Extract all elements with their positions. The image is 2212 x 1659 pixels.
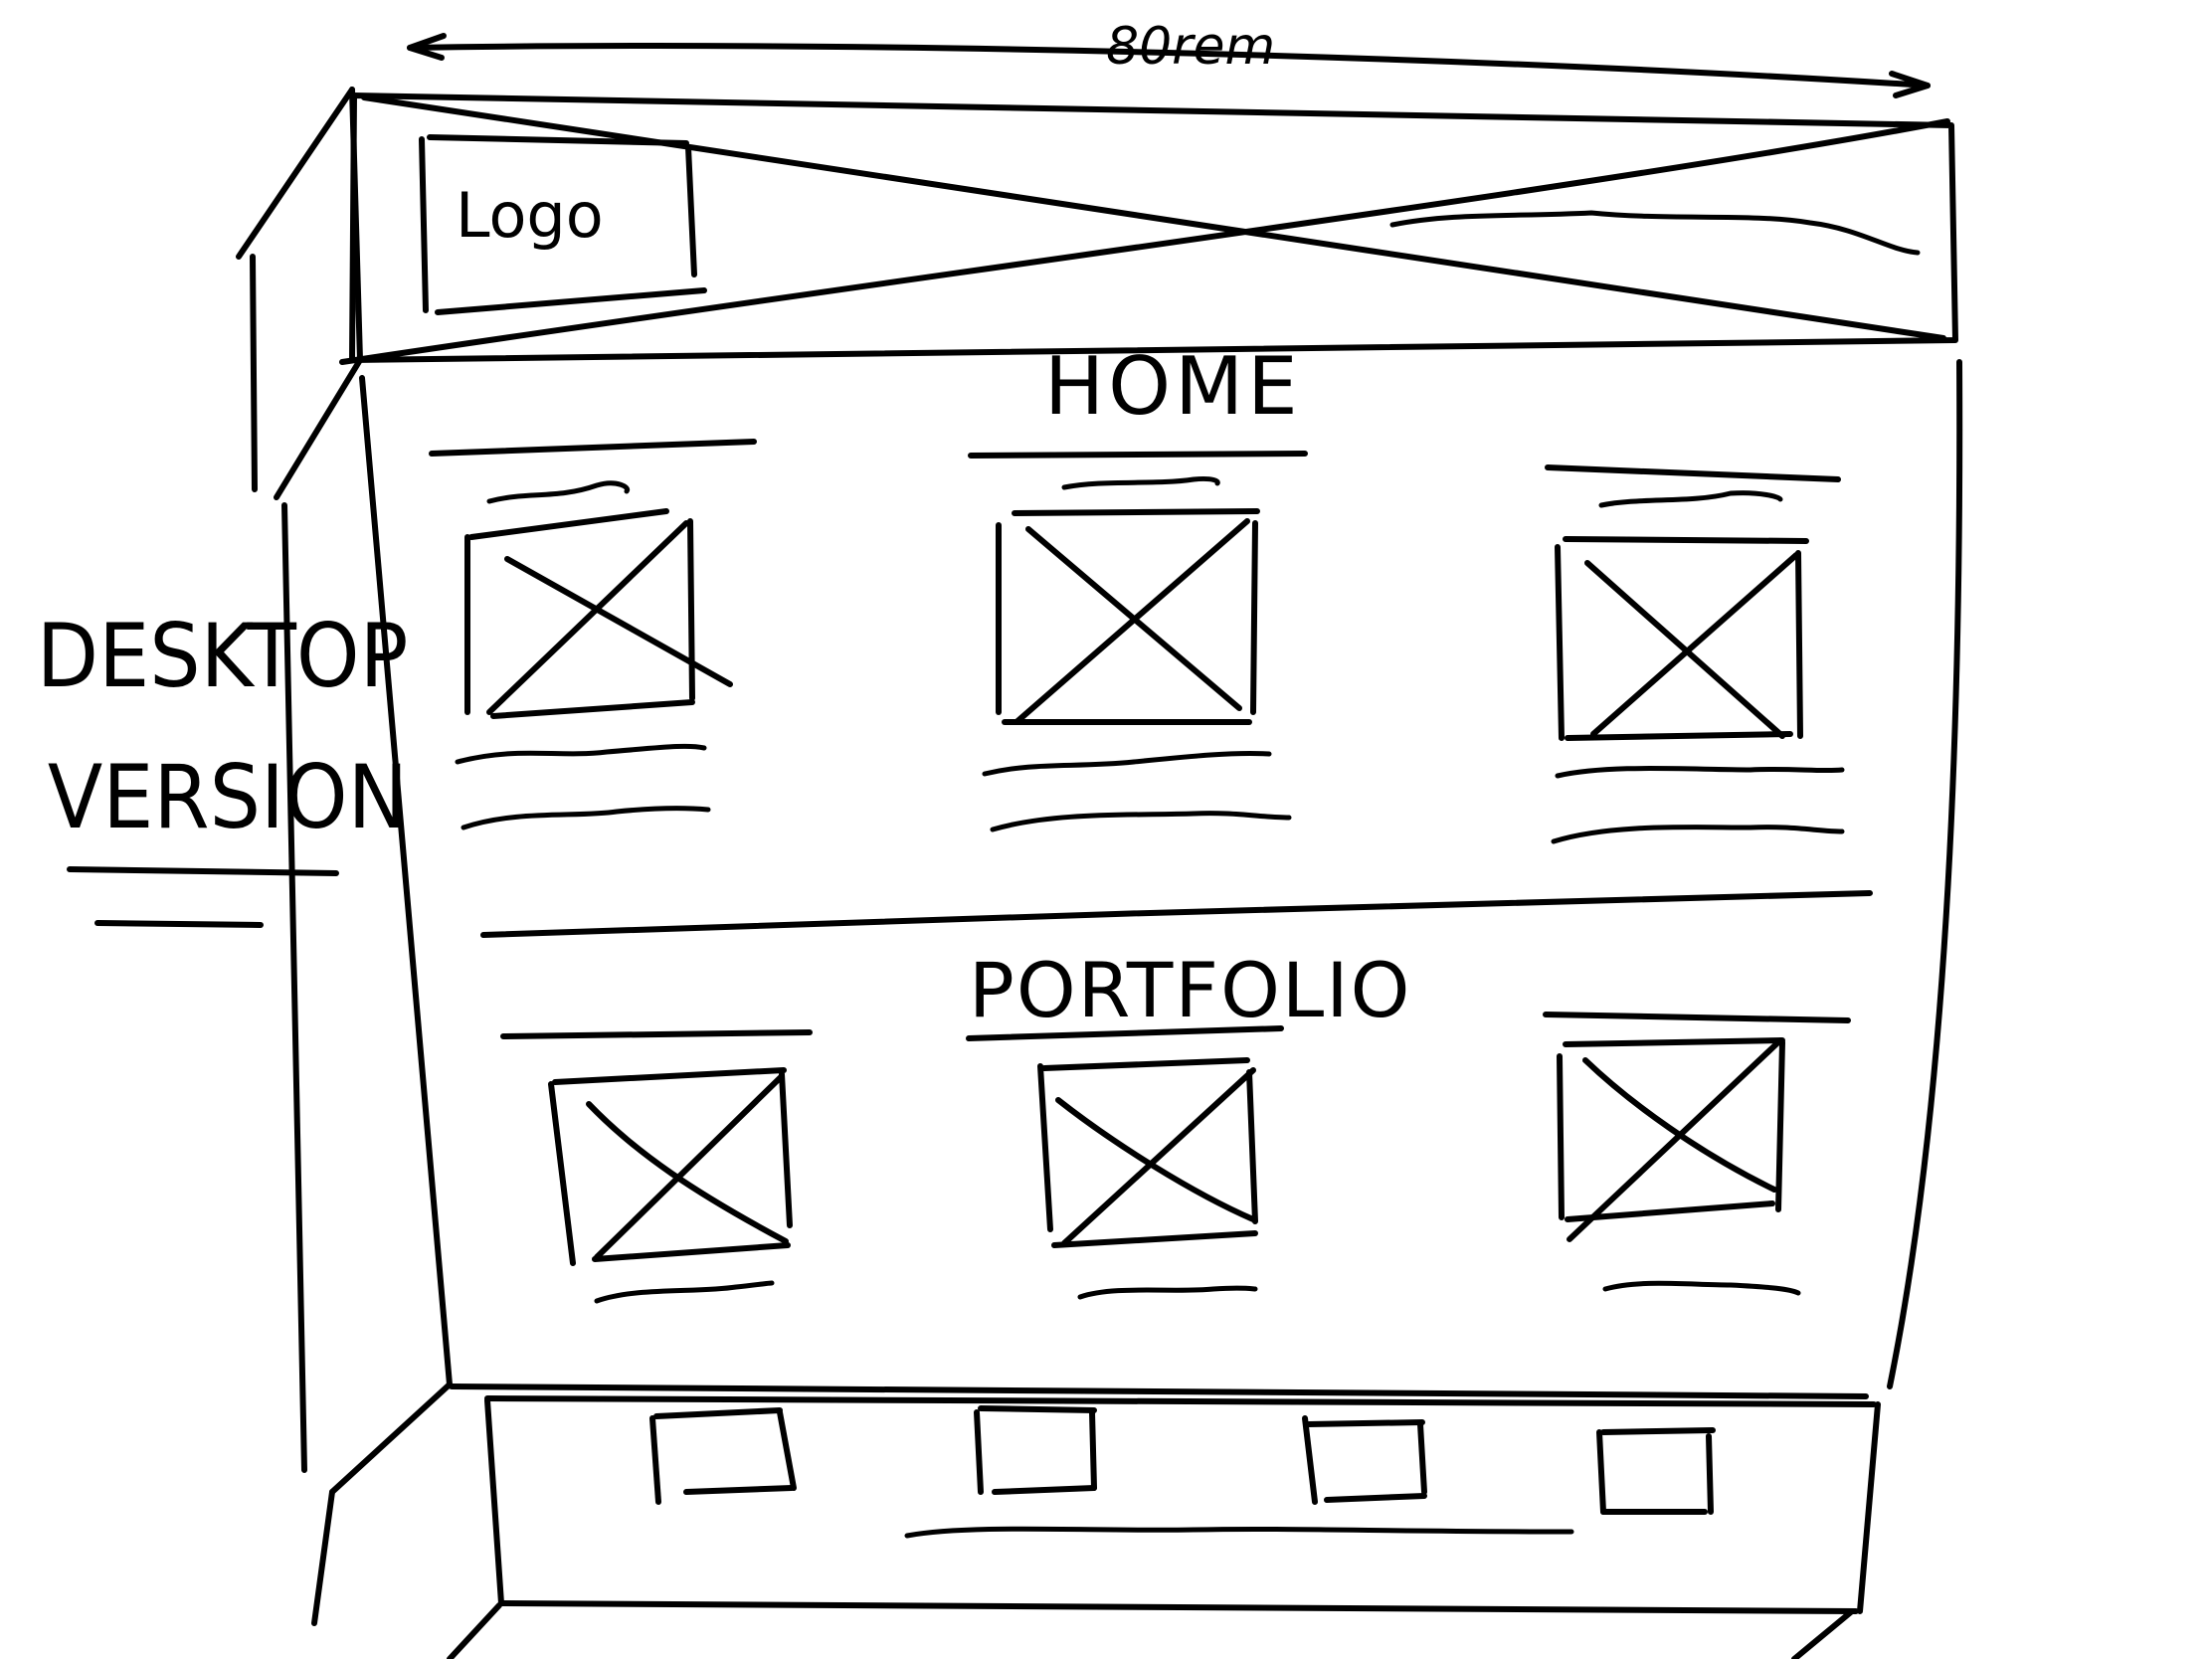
home-card-3[interactable]: [1545, 464, 1845, 844]
perspective-edges: [236, 87, 1855, 1659]
logo-label: Logo: [456, 179, 604, 252]
logo-box[interactable]: Logo: [419, 134, 707, 315]
portfolio-card-1[interactable]: [500, 1029, 813, 1304]
footer-icon-1[interactable]: [649, 1407, 797, 1505]
home-card-1[interactable]: [429, 439, 757, 830]
footer-icon-2[interactable]: [974, 1405, 1097, 1495]
wireframe-sketch: 80rem Logo HOME PORTFOLIO DESKTOP VERSIO…: [37, 17, 1963, 1659]
section-divider: [480, 890, 1873, 938]
home-heading: HOME: [1044, 340, 1302, 433]
side-label-line2: VERSION: [48, 747, 408, 848]
portfolio-heading: PORTFOLIO: [969, 946, 1411, 1034]
footer-icon-4[interactable]: [1596, 1427, 1716, 1515]
width-annotation: 80rem: [1106, 17, 1275, 77]
portfolio-card-2[interactable]: [1037, 1057, 1258, 1300]
portfolio-card-3[interactable]: [1543, 1012, 1851, 1296]
home-card-2[interactable]: [968, 451, 1308, 832]
side-label: DESKTOP VERSION: [37, 606, 409, 928]
side-label-line1: DESKTOP: [37, 606, 409, 707]
width-dimension-arrow: 80rem: [407, 17, 1931, 98]
portfolio-heading-group: PORTFOLIO: [966, 946, 1411, 1041]
footer-icon-3[interactable]: [1302, 1415, 1427, 1505]
